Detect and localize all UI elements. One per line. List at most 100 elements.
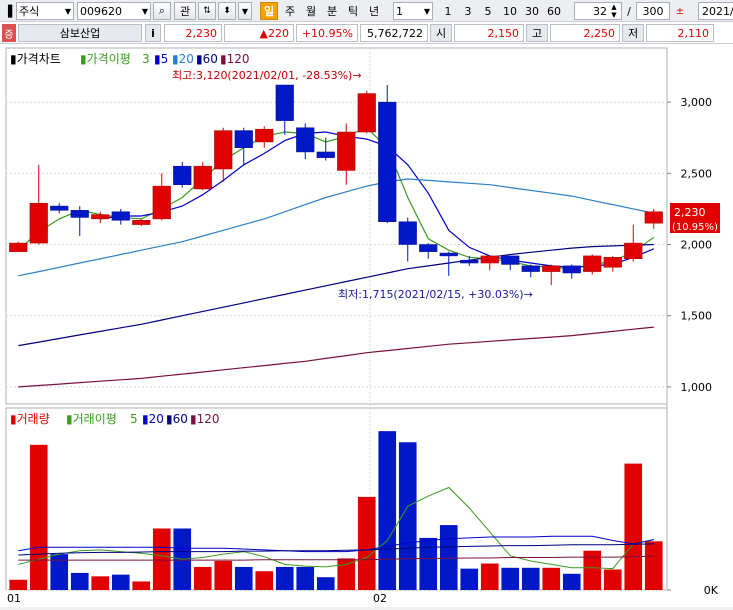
- candle: [357, 90, 376, 134]
- volume-bar: [357, 496, 376, 590]
- volume-bar: [316, 577, 335, 590]
- n-button-label: 5: [484, 4, 492, 18]
- count-spinner-icon[interactable]: ▲ ▼: [607, 2, 621, 20]
- date-input[interactable]: 2021/: [698, 2, 733, 20]
- swap-icon[interactable]: ⇅: [198, 2, 216, 20]
- volume-bar: [275, 566, 294, 590]
- vol-legend-ma20: ▮20: [142, 412, 164, 426]
- watch-button[interactable]: 관: [174, 2, 196, 20]
- period-day-button[interactable]: 일: [260, 2, 278, 20]
- unit-select[interactable]: 1 ▼: [393, 2, 433, 20]
- code-input-value: 009620: [80, 4, 122, 18]
- n-button-60[interactable]: 60: [544, 2, 564, 20]
- period-tick-label: 틱: [347, 5, 359, 18]
- low-annotation: 최저:1,715(2021/02/15, +30.03%)→: [338, 288, 533, 301]
- legend-ma120: ▮120: [220, 52, 250, 66]
- candle-body: [255, 128, 274, 143]
- volume-bar: [111, 574, 130, 590]
- open-label: 시: [430, 24, 452, 42]
- n-button-1[interactable]: 1: [440, 2, 456, 20]
- vol-legend-ma20-text: 20: [149, 412, 164, 426]
- period-tick-button[interactable]: 틱: [344, 2, 362, 20]
- n-button-label: 10: [503, 4, 517, 18]
- volume-tick-label: 0K: [704, 584, 719, 597]
- watch-button-label: 관: [179, 5, 191, 18]
- stepper-icon[interactable]: ⬍: [218, 2, 236, 20]
- volume-bar: [624, 463, 643, 590]
- volume-bar: [480, 563, 499, 590]
- search-icon[interactable]: ⌕: [153, 2, 171, 20]
- candle-body: [234, 130, 253, 148]
- volume-legend-label: 거래량: [17, 412, 50, 426]
- n-button-10[interactable]: 10: [500, 2, 520, 20]
- candle-body: [644, 211, 663, 224]
- volume-bar: [337, 558, 356, 590]
- period-year-label: 년: [368, 5, 380, 18]
- candle-body: [583, 255, 602, 272]
- market-select-value: 주식: [19, 5, 40, 18]
- chevron-down-icon: ▼: [141, 6, 148, 16]
- legend-ma5: ▮5: [154, 52, 168, 66]
- volume-bar: [419, 537, 438, 590]
- volume-bar: [439, 525, 458, 590]
- open-price-text: 2,150: [487, 26, 520, 40]
- candle: [193, 161, 212, 191]
- period-week-button[interactable]: 주: [281, 2, 299, 20]
- vol-legend-ma120: ▮120: [190, 412, 220, 426]
- more-icon[interactable]: ▼: [238, 2, 252, 20]
- last-price-text: 2,230: [674, 206, 706, 219]
- volume-bar: [214, 560, 233, 590]
- candle-body: [521, 265, 540, 272]
- n-button-label: 60: [547, 4, 561, 18]
- code-input[interactable]: 009620 ▼: [77, 2, 151, 20]
- vol-legend-ma120-text: 120: [197, 412, 220, 426]
- count-input-value: 32: [593, 4, 607, 18]
- price-tick-label: 3,000: [681, 96, 713, 109]
- volume-bar: [378, 431, 397, 590]
- period-day-label: 일: [263, 5, 275, 18]
- period-month-button[interactable]: 월: [302, 2, 320, 20]
- volume-bar: [644, 541, 663, 590]
- change-percent-text: +10.95%: [301, 26, 353, 40]
- volume-bar: [152, 528, 171, 590]
- volume-bar: [70, 572, 89, 590]
- volume-value-text: 5,762,722: [367, 26, 423, 40]
- legend-ma20-text: 20: [179, 52, 194, 66]
- chart-area: 3,0002,5002,0001,5001,00017,500K15,000K1…: [0, 44, 733, 607]
- info-button[interactable]: i: [145, 24, 161, 42]
- chart-svg[interactable]: 3,0002,5002,0001,5001,00017,500K15,000K1…: [0, 44, 733, 607]
- volume-bar: [91, 576, 110, 590]
- toolbar-grip-icon: ▐: [3, 4, 13, 18]
- period-year-button[interactable]: 년: [365, 2, 383, 20]
- vol-legend-ma60: ▮60: [166, 412, 188, 426]
- candle: [378, 85, 397, 224]
- n-button-3[interactable]: 3: [460, 2, 476, 20]
- high-price-text: 2,250: [583, 26, 616, 40]
- total-input[interactable]: 300: [636, 2, 670, 20]
- candle-body: [542, 265, 561, 272]
- price-panel: [5, 47, 668, 405]
- count-separator-text: /: [627, 4, 631, 18]
- candle-body: [70, 210, 89, 218]
- zoom-icon[interactable]: ±: [672, 2, 688, 20]
- high-annotation: 최고:3,120(2021/02/01, -28.53%)→: [172, 69, 362, 82]
- candle-body: [132, 220, 151, 225]
- candle: [9, 241, 28, 252]
- stock-name-text: 삼보산업: [59, 27, 101, 40]
- candle-body: [419, 244, 438, 252]
- stock-name[interactable]: 삼보산업: [18, 24, 142, 42]
- n-button-5[interactable]: 5: [480, 2, 496, 20]
- price-change: ▲220: [224, 24, 294, 42]
- candle-body: [460, 259, 479, 264]
- candle-body: [193, 165, 212, 190]
- vol-legend-ma5: 5: [130, 412, 138, 426]
- period-minute-button[interactable]: 분: [323, 2, 341, 20]
- candle-body: [398, 221, 417, 245]
- last-price-pct: (10.95%): [672, 222, 718, 233]
- volume-bar: [603, 569, 622, 590]
- market-select[interactable]: 주식 ▼: [16, 2, 74, 20]
- price-tick-label: 2,500: [681, 167, 713, 180]
- legend-ma20: ▮20: [172, 52, 194, 66]
- candle-body: [316, 151, 335, 158]
- n-button-30[interactable]: 30: [522, 2, 542, 20]
